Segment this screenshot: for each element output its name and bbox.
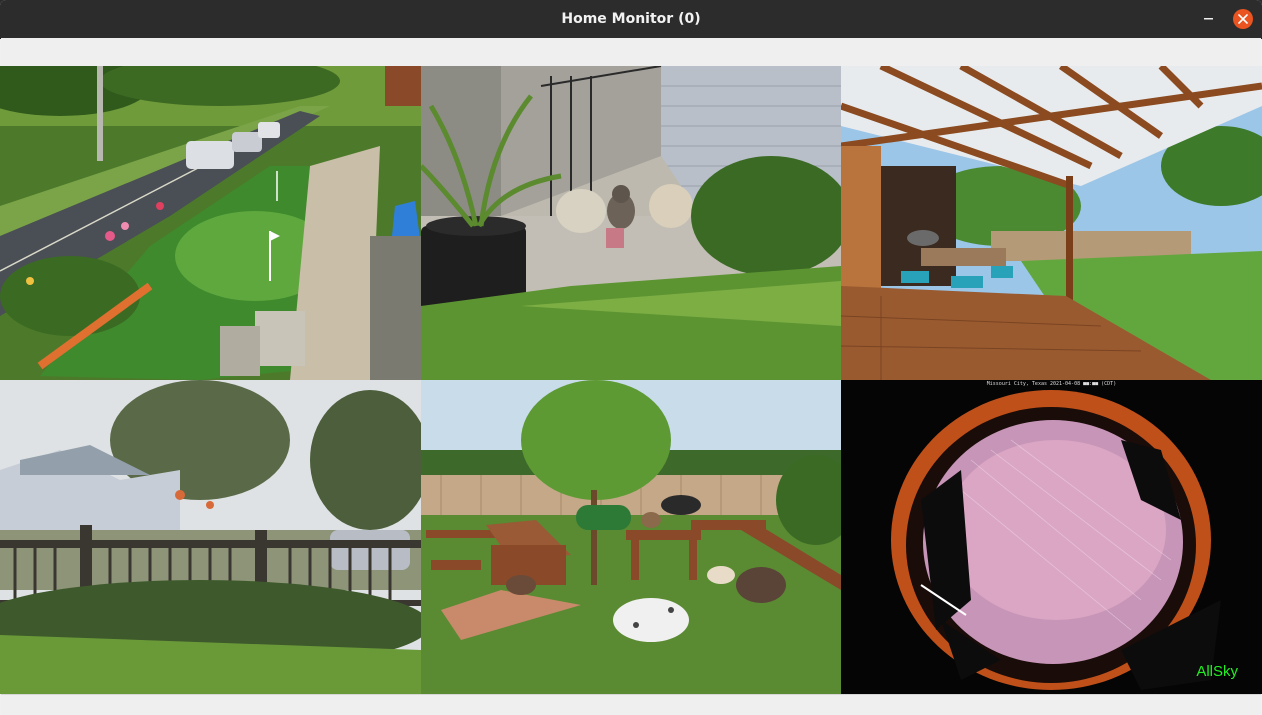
- camera-feed-front-yard[interactable]: [0, 66, 421, 380]
- camera-feed-allsky[interactable]: Missouri City, Texas 2021-04-08 ■■:■■ (C…: [841, 380, 1262, 694]
- title-bar[interactable]: Home Monitor (0): [0, 0, 1262, 39]
- camera-feed-dog-yard[interactable]: [421, 380, 841, 694]
- close-icon: [1238, 14, 1248, 24]
- app-window: Home Monitor (0) Missouri City, Texas 20…: [0, 0, 1262, 715]
- camera-feed-side-yard[interactable]: [0, 380, 421, 694]
- allsky-banner: Missouri City, Texas 2021-04-08 ■■:■■ (C…: [986, 381, 1117, 387]
- minimize-icon: [1204, 18, 1213, 20]
- deck-image: [841, 66, 1262, 380]
- window-title: Home Monitor (0): [561, 11, 701, 27]
- porch-image: [421, 66, 841, 380]
- allsky-image: [841, 380, 1262, 694]
- minimize-button[interactable]: [1199, 9, 1219, 29]
- camera-feed-deck[interactable]: [841, 66, 1262, 380]
- allsky-label: AllSky: [1196, 663, 1238, 680]
- dog-yard-image: [421, 380, 841, 694]
- close-button[interactable]: [1233, 9, 1253, 29]
- status-bar: [1, 694, 1261, 715]
- side-yard-image: [0, 380, 421, 694]
- camera-feed-porch[interactable]: [421, 66, 841, 380]
- toolbar-area: [1, 38, 1261, 66]
- front-yard-image: [0, 66, 421, 380]
- camera-grid: Missouri City, Texas 2021-04-08 ■■:■■ (C…: [0, 66, 1262, 694]
